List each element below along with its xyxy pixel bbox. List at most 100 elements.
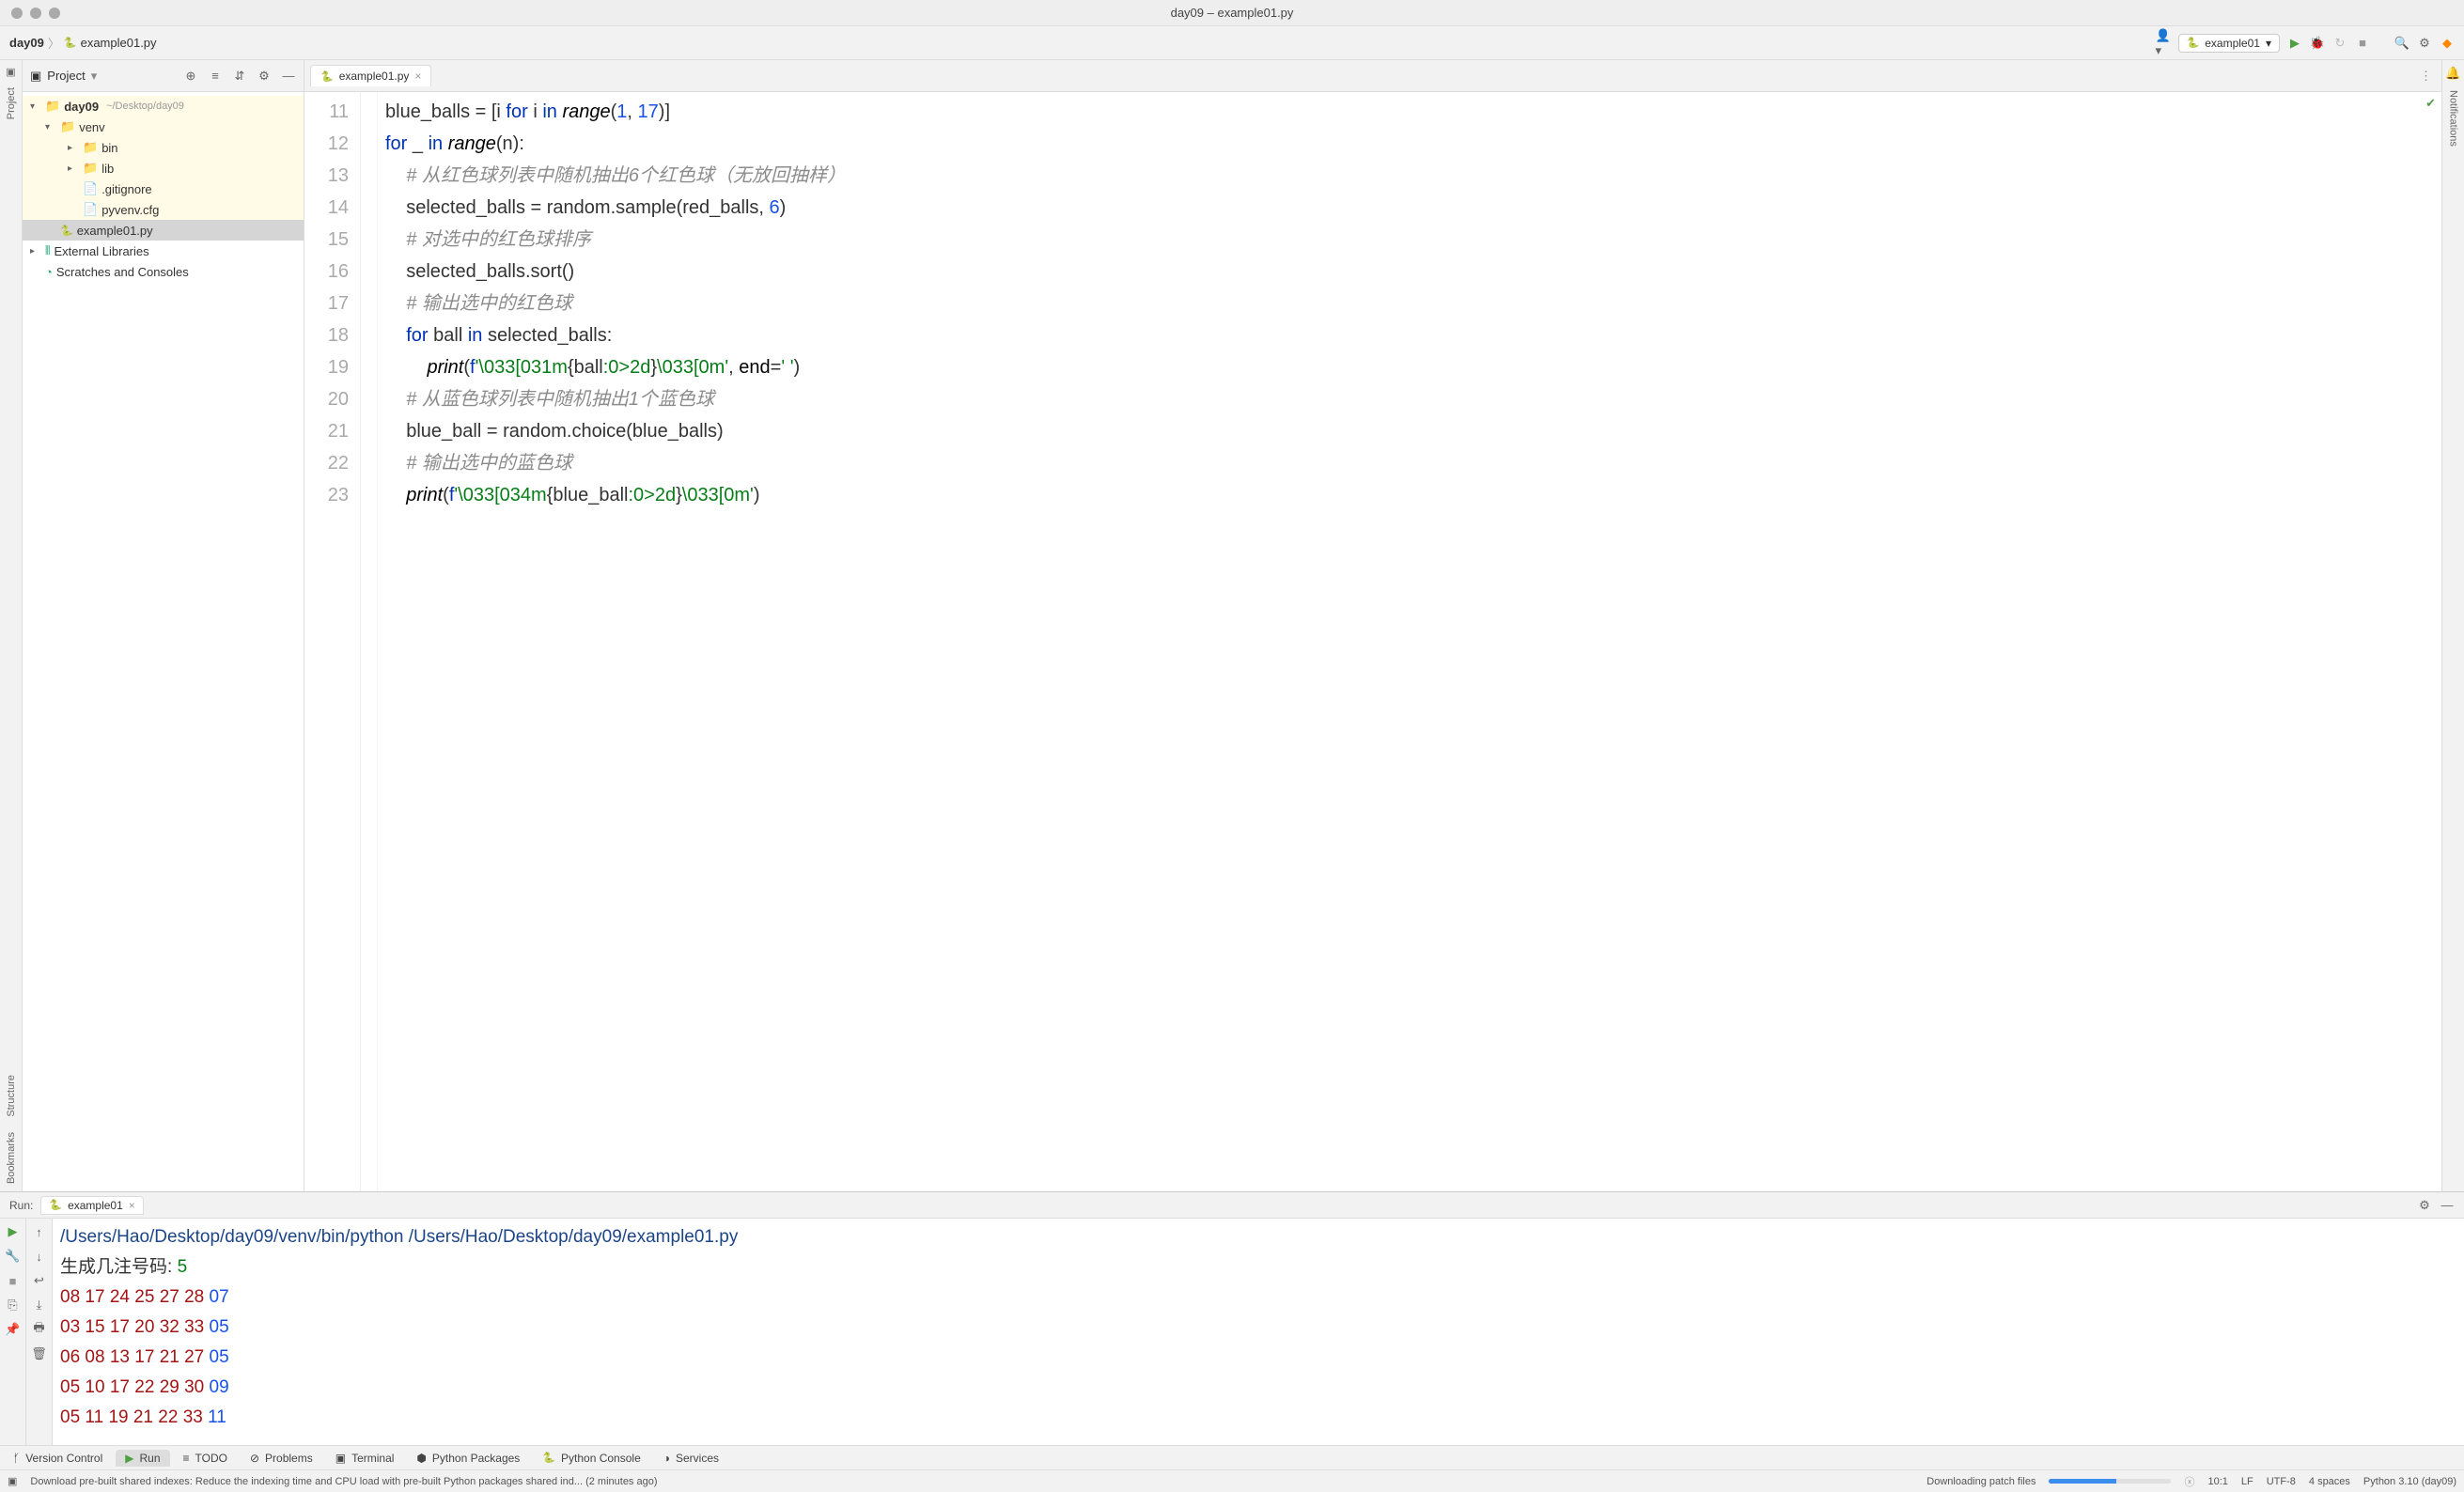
gear-icon[interactable]: ⚙ — [2417, 36, 2432, 51]
chevron-right-icon: 〉 — [48, 34, 60, 52]
editor-tab[interactable]: 🐍 example01.py × — [310, 65, 431, 86]
inspection-ok-icon[interactable]: ✔ — [2425, 96, 2436, 111]
tab-run[interactable]: ▶Run — [116, 1450, 169, 1467]
sidebar-title[interactable]: Project — [47, 69, 85, 83]
tree-external-libraries[interactable]: ▸ ⫴ External Libraries — [23, 241, 304, 261]
tree-lib[interactable]: ▸ 📁 lib — [23, 158, 304, 179]
chevron-down-icon[interactable]: ▾ — [45, 122, 56, 132]
chevron-down-icon[interactable]: ▾ — [30, 101, 41, 112]
tree-venv[interactable]: ▾ 📁 venv — [23, 117, 304, 137]
locate-icon[interactable]: ⊕ — [183, 69, 198, 84]
tab-python-packages[interactable]: ⬢Python Packages — [407, 1450, 529, 1467]
progress-bar[interactable] — [2049, 1479, 2171, 1484]
minimize-window-icon[interactable] — [30, 8, 41, 19]
navigation-bar: day09 〉 🐍 example01.py 👤▾ 🐍 example01 ▾ … — [0, 26, 2464, 60]
maximize-window-icon[interactable] — [49, 8, 60, 19]
tree-example-selected[interactable]: 🐍 example01.py — [23, 220, 304, 241]
fold-gutter[interactable] — [361, 92, 378, 1191]
tree-scratches[interactable]: ◔ Scratches and Consoles — [23, 261, 304, 282]
run-tab[interactable]: 🐍 example01 × — [40, 1196, 143, 1215]
chevron-right-icon[interactable]: ▸ — [30, 246, 41, 256]
library-icon: ⫴ — [45, 243, 50, 258]
bell-icon[interactable]: 🔔 — [2445, 64, 2460, 83]
down-icon[interactable]: ↓ — [32, 1249, 47, 1264]
folder-icon: 📁 — [45, 99, 60, 114]
sidebar-kind-icon: ▣ — [30, 69, 41, 84]
debug-button[interactable]: 🐞 — [2310, 36, 2325, 51]
print-icon[interactable]: 🖶 — [32, 1322, 47, 1337]
python-file-icon: 🐍 — [64, 37, 77, 49]
run-actions-col1: ▶ 🔧 ■ ⎘ 📌 — [0, 1219, 26, 1445]
tool-tab-bookmarks[interactable]: Bookmarks — [6, 1125, 17, 1191]
console-output[interactable]: /Users/Hao/Desktop/day09/venv/bin/python… — [53, 1219, 2464, 1445]
bottom-tool-tabs: ᚶVersion Control ▶Run ≡TODO ⊘Problems ▣T… — [0, 1445, 2464, 1469]
breadcrumb-file[interactable]: example01.py — [81, 36, 157, 50]
tab-terminal[interactable]: ▣Terminal — [326, 1450, 404, 1467]
folder-icon: 📁 — [83, 140, 98, 155]
chevron-right-icon[interactable]: ▸ — [68, 143, 79, 153]
python-icon: 🐍 — [2187, 37, 2200, 49]
tab-todo[interactable]: ≡TODO — [174, 1450, 237, 1467]
caret-position[interactable]: 10:1 — [2207, 1476, 2227, 1487]
trash-icon[interactable]: 🗑 — [32, 1346, 47, 1361]
hide-icon[interactable]: — — [2440, 1198, 2455, 1213]
interpreter-info[interactable]: Python 3.10 (day09) — [2363, 1476, 2456, 1487]
close-icon[interactable]: × — [129, 1199, 135, 1212]
up-icon[interactable]: ↑ — [32, 1224, 47, 1239]
project-sidebar: ▣ Project ▾ ⊕ ≡ ⇵ ⚙ — ▾ 📁 day09 ~/Deskto… — [23, 60, 304, 1191]
python-file-icon: 🐍 — [60, 225, 73, 237]
main-area: ▣ Project Structure Bookmarks ▣ Project … — [0, 60, 2464, 1191]
tool-tab-structure[interactable]: Structure — [6, 1067, 17, 1125]
close-icon[interactable]: × — [414, 70, 421, 83]
indent-info[interactable]: 4 spaces — [2309, 1476, 2350, 1487]
soft-wrap-icon[interactable]: ↩ — [32, 1273, 47, 1288]
wrench-icon[interactable]: 🔧 — [6, 1249, 21, 1264]
scroll-end-icon[interactable]: ⤓ — [32, 1298, 47, 1313]
file-icon: 📄 — [83, 181, 98, 196]
python-file-icon: 🐍 — [320, 70, 334, 83]
tab-problems[interactable]: ⊘Problems — [241, 1450, 322, 1467]
jetbrains-icon[interactable]: ◆ — [2440, 36, 2455, 51]
run-button[interactable]: ▶ — [2287, 36, 2302, 51]
status-bar: ▣ Download pre-built shared indexes: Red… — [0, 1469, 2464, 1492]
coverage-button[interactable]: ↻ — [2332, 36, 2347, 51]
close-window-icon[interactable] — [11, 8, 23, 19]
tab-options-icon[interactable]: ⋮ — [2420, 69, 2441, 84]
stop-button[interactable]: ■ — [2355, 36, 2370, 51]
tree-bin[interactable]: ▸ 📁 bin — [23, 137, 304, 158]
breadcrumb-project[interactable]: day09 — [9, 36, 44, 50]
line-separator[interactable]: LF — [2241, 1476, 2253, 1487]
window-title: day09 – example01.py — [1171, 6, 1294, 20]
tab-version-control[interactable]: ᚶVersion Control — [4, 1450, 112, 1467]
expand-all-icon[interactable]: ≡ — [208, 69, 223, 84]
gear-icon[interactable]: ⚙ — [2417, 1198, 2432, 1213]
hide-sidebar-icon[interactable]: — — [281, 69, 296, 84]
run-config-selector[interactable]: 🐍 example01 ▾ — [2178, 34, 2280, 53]
toolwindows-button[interactable]: ▣ — [8, 1475, 17, 1487]
search-icon[interactable]: 🔍 — [2394, 36, 2409, 51]
tab-services[interactable]: ◑Services — [654, 1450, 728, 1467]
rerun-button[interactable]: ▶ — [6, 1224, 21, 1239]
download-status[interactable]: Downloading patch files — [1926, 1476, 2035, 1487]
tool-tab-notifications[interactable]: Notifications — [2448, 83, 2459, 154]
close-progress-icon[interactable]: ⓧ — [2184, 1474, 2194, 1489]
tree-pyvenv[interactable]: 📄 pyvenv.cfg — [23, 199, 304, 220]
stop-button[interactable]: ■ — [6, 1273, 21, 1288]
add-user-icon[interactable]: 👤▾ — [2156, 36, 2171, 51]
chevron-right-icon[interactable]: ▸ — [68, 163, 79, 174]
tab-python-console[interactable]: 🐍Python Console — [533, 1450, 649, 1467]
exit-icon[interactable]: ⎘ — [6, 1298, 21, 1313]
tree-gitignore[interactable]: 📄 .gitignore — [23, 179, 304, 199]
gear-icon[interactable]: ⚙ — [257, 69, 272, 84]
status-message[interactable]: Download pre-built shared indexes: Reduc… — [30, 1476, 657, 1487]
chevron-down-icon[interactable]: ▾ — [91, 69, 98, 84]
tool-tab-project[interactable]: Project — [6, 80, 17, 127]
warning-icon: ⊘ — [250, 1452, 259, 1465]
collapse-all-icon[interactable]: ⇵ — [232, 69, 247, 84]
breadcrumb: day09 〉 🐍 example01.py — [9, 34, 157, 52]
file-encoding[interactable]: UTF-8 — [2267, 1476, 2296, 1487]
pin-icon[interactable]: 📌 — [6, 1322, 21, 1337]
tree-project-root[interactable]: ▾ 📁 day09 ~/Desktop/day09 — [23, 96, 304, 117]
line-gutter: 11121314151617181920212223 — [304, 92, 361, 1191]
code-editor[interactable]: 11121314151617181920212223 blue_balls = … — [304, 92, 2441, 1191]
